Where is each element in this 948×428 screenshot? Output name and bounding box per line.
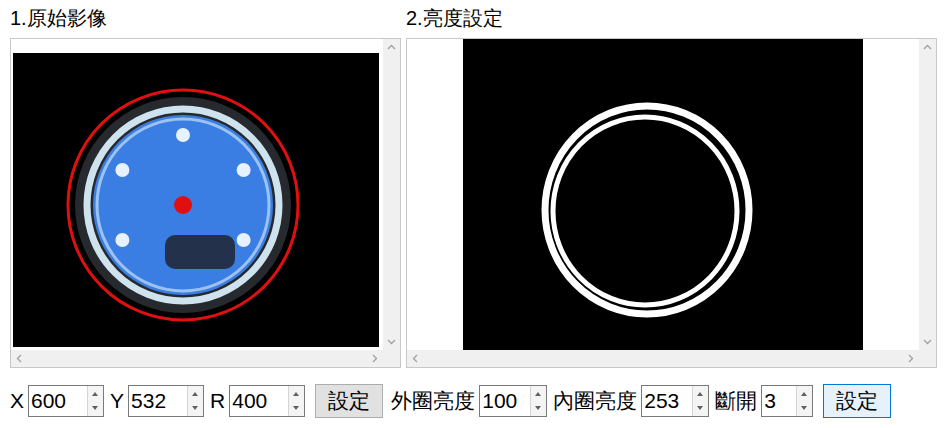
scroll-down-icon[interactable] (383, 333, 400, 350)
image-viewport (407, 39, 919, 350)
number-input[interactable] (480, 386, 530, 416)
field-label: R (210, 389, 225, 413)
number-field: 內圈亮度 (553, 385, 709, 417)
detect-circle (68, 90, 298, 320)
control-bar: XYR設定外圈亮度內圈亮度斷開設定 (10, 384, 948, 418)
number-input[interactable] (230, 386, 288, 416)
spin-box[interactable] (128, 385, 204, 417)
scroll-left-icon[interactable] (407, 350, 424, 367)
number-field: 外圈亮度 (391, 385, 547, 417)
field-label: 外圈亮度 (391, 387, 475, 415)
scroll-up-icon[interactable] (383, 39, 400, 56)
spin-buttons[interactable] (87, 386, 103, 416)
panel-title: 1.原始影像 (10, 4, 401, 38)
set-button[interactable]: 設定 (315, 384, 383, 418)
number-field: R (210, 385, 305, 417)
spin-box[interactable] (28, 385, 104, 417)
scroll-down-icon[interactable] (919, 333, 936, 350)
spin-up-icon[interactable] (289, 386, 303, 401)
spin-buttons[interactable] (530, 386, 546, 416)
scroll-right-icon[interactable] (902, 350, 919, 367)
panel-title: 2.亮度設定 (406, 4, 937, 38)
spin-buttons[interactable] (288, 386, 304, 416)
spin-down-icon[interactable] (88, 401, 102, 416)
center-dot (174, 196, 192, 214)
spin-down-icon[interactable] (289, 401, 303, 416)
number-input[interactable] (129, 386, 187, 416)
spin-up-icon[interactable] (188, 386, 202, 401)
spin-down-icon[interactable] (797, 401, 811, 416)
field-label: X (10, 389, 24, 413)
scroll-up-icon[interactable] (919, 39, 936, 56)
number-input[interactable] (642, 386, 692, 416)
field-label: 斷開 (715, 387, 757, 415)
threshold-image (463, 39, 863, 350)
scroll-right-icon[interactable] (366, 350, 383, 367)
number-input[interactable] (29, 386, 87, 416)
spin-up-icon[interactable] (531, 386, 545, 401)
spin-box[interactable] (641, 385, 709, 417)
spin-buttons[interactable] (796, 386, 812, 416)
image-viewport (11, 39, 383, 350)
image-column: 1.原始影像 (10, 4, 401, 368)
image-panel (10, 38, 401, 368)
spin-up-icon[interactable] (797, 386, 811, 401)
field-label: Y (110, 389, 124, 413)
spin-box[interactable] (229, 385, 305, 417)
spin-buttons[interactable] (692, 386, 708, 416)
control-group: 外圈亮度 內圈亮度 斷開 設定 (391, 384, 891, 418)
spin-up-icon[interactable] (693, 386, 707, 401)
horizontal-scrollbar[interactable] (11, 350, 383, 367)
number-input[interactable] (762, 386, 796, 416)
app-window: 1.原始影像2.亮度設定XYR設定外圈亮度內圈亮度斷開設定 (0, 0, 948, 428)
horizontal-scrollbar[interactable] (407, 350, 919, 367)
number-field: Y (110, 385, 204, 417)
spin-down-icon[interactable] (693, 401, 707, 416)
spin-up-icon[interactable] (88, 386, 102, 401)
number-field: X (10, 385, 104, 417)
vertical-scrollbar[interactable] (383, 39, 400, 350)
number-field: 斷開 (715, 385, 813, 417)
source-image (13, 53, 379, 347)
control-group: X Y R 設定 (10, 384, 383, 418)
image-panel (406, 38, 937, 368)
set-button[interactable]: 設定 (823, 384, 891, 418)
spin-buttons[interactable] (187, 386, 203, 416)
vertical-scrollbar[interactable] (919, 39, 936, 350)
spin-box[interactable] (479, 385, 547, 417)
spin-down-icon[interactable] (531, 401, 545, 416)
spin-box[interactable] (761, 385, 813, 417)
image-column: 2.亮度設定 (406, 4, 937, 368)
field-label: 內圈亮度 (553, 387, 637, 415)
spin-down-icon[interactable] (188, 401, 202, 416)
scroll-left-icon[interactable] (11, 350, 28, 367)
